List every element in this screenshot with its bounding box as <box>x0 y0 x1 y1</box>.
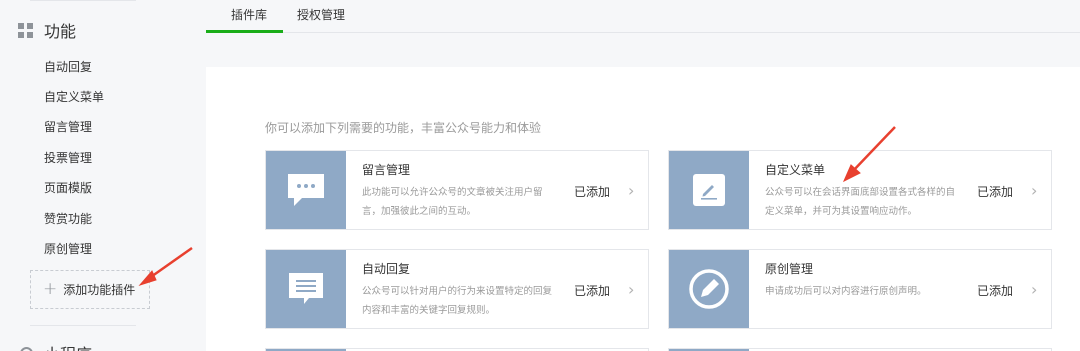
card-description: 公众号可以在会话界面底部设置各式各样的自定义菜单，并可为其设置响应动作。 <box>765 187 956 217</box>
card-status: 已添加 <box>977 185 1014 199</box>
sidebar-item-comments[interactable]: 留言管理 <box>44 118 92 135</box>
sidebar-item-reward[interactable]: 赞赏功能 <box>44 210 92 227</box>
tab-bar: 插件库 授权管理 <box>206 0 1080 33</box>
sidebar-item-voting[interactable]: 投票管理 <box>44 149 92 166</box>
sidebar: 功能 自动回复 自定义菜单 留言管理 投票管理 页面模版 赞赏功能 原创管理 +… <box>0 0 190 351</box>
card-title: 自定义菜单 <box>765 163 826 177</box>
sidebar-item-page-templates[interactable]: 页面模版 <box>44 179 92 196</box>
add-plugin-label: 添加功能插件 <box>63 283 136 297</box>
add-plugin-button[interactable]: + 添加功能插件 <box>30 270 150 309</box>
sidebar-item-custom-menu[interactable]: 自定义菜单 <box>44 88 104 105</box>
card-title: 自动回复 <box>362 262 411 276</box>
plugin-card-original[interactable]: 原创管理 申请成功后可以对内容进行原创声明。 已添加 › <box>668 249 1052 329</box>
miniprogram-icon <box>20 346 33 351</box>
card-status: 已添加 <box>574 284 611 298</box>
plugin-card-comments[interactable]: 留言管理 此功能可以允许公众号的文章被关注用户留言，加强彼此之间的互动。 已添加… <box>265 150 649 230</box>
tab-authorization[interactable]: 授权管理 <box>297 6 345 23</box>
sidebar-next-section-title: 小程序 <box>44 341 92 351</box>
card-title: 留言管理 <box>362 163 411 177</box>
card-description: 此功能可以允许公众号的文章被关注用户留言，加强彼此之间的互动。 <box>362 187 543 217</box>
message-lines-icon <box>266 250 346 328</box>
sidebar-section-miniprogram[interactable]: 小程序 <box>20 341 92 351</box>
plugin-card-auto-reply[interactable]: 自动回复 公众号可以针对用户的行为来设置特定的回复内容和丰富的关键字回复规则。 … <box>265 249 649 329</box>
sidebar-section-title: 功能 <box>44 22 77 41</box>
card-status: 已添加 <box>977 284 1014 298</box>
chevron-right-icon: › <box>1031 280 1038 299</box>
sidebar-divider <box>30 325 136 326</box>
chevron-right-icon: › <box>628 181 635 200</box>
sidebar-item-original[interactable]: 原创管理 <box>44 240 92 257</box>
grid-icon <box>18 22 33 38</box>
chevron-right-icon: › <box>1031 181 1038 200</box>
card-status: 已添加 <box>574 185 611 199</box>
plus-icon: + <box>43 279 58 299</box>
sidebar-item-auto-reply[interactable]: 自动回复 <box>44 58 92 75</box>
active-tab-indicator <box>206 30 283 33</box>
pencil-edit-icon <box>669 151 749 229</box>
panel-intro-text: 你可以添加下列需要的功能，丰富公众号能力和体验 <box>265 121 542 135</box>
original-pen-circle-icon <box>669 250 749 328</box>
card-description: 公众号可以针对用户的行为来设置特定的回复内容和丰富的关键字回复规则。 <box>362 286 553 316</box>
plugin-card-custom-menu[interactable]: 自定义菜单 公众号可以在会话界面底部设置各式各样的自定义菜单，并可为其设置响应动… <box>668 150 1052 230</box>
card-title: 原创管理 <box>765 262 814 276</box>
card-description: 申请成功后可以对内容进行原创声明。 <box>765 286 927 297</box>
chevron-right-icon: › <box>628 280 635 299</box>
sidebar-section-header: 功能 <box>18 18 76 42</box>
sidebar-top-divider <box>30 0 136 1</box>
comment-bubble-icon <box>266 151 346 229</box>
tab-plugin-library[interactable]: 插件库 <box>231 6 267 23</box>
